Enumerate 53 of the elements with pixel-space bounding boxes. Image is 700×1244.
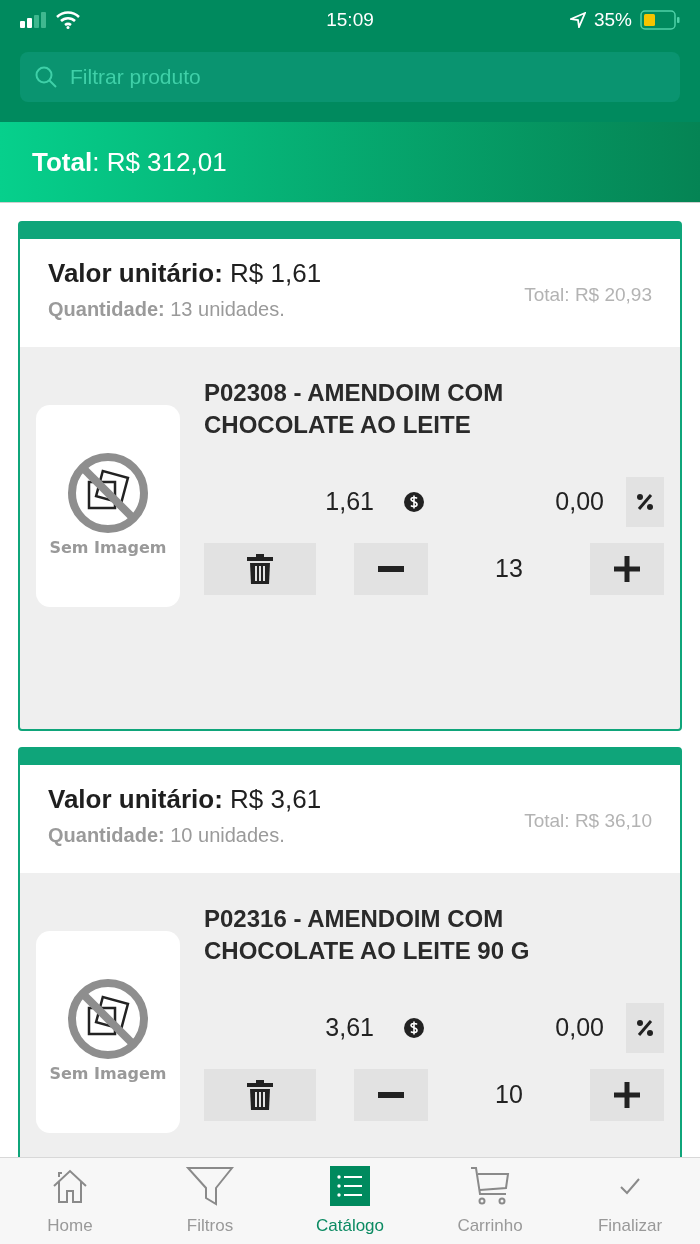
price-value: 1,61 [325, 486, 374, 518]
list-icon [330, 1165, 370, 1206]
filter-icon [186, 1165, 234, 1206]
tab-item[interactable]: Finalizar [560, 1158, 700, 1244]
quantity-text: Quantidade: 13 unidades. [48, 296, 286, 322]
dollar-coin-icon [404, 492, 424, 512]
discount-value: 0,00 [555, 1012, 604, 1044]
price-value: 3,61 [325, 1012, 374, 1044]
cart-total: Total: R$ 312,01 [32, 145, 227, 179]
search-field[interactable]: Filtrar produto [20, 52, 680, 102]
trash-icon [247, 554, 273, 584]
discount-value: 0,00 [555, 486, 604, 518]
quantity-value: 13 [494, 553, 524, 585]
percent-button[interactable] [626, 1003, 664, 1053]
item-total: Total: R$ 36,10 [524, 809, 652, 833]
plus-icon [614, 1082, 640, 1108]
clock-time: 15:09 [326, 7, 374, 32]
quantity-value: 10 [494, 1079, 524, 1111]
battery-percent: 35% [593, 7, 632, 32]
product-name: P02308 - AMENDOIM COM CHOCOLATE AO LEITE [204, 378, 505, 440]
no-image-icon [67, 452, 149, 534]
cart-icon [470, 1165, 510, 1206]
decrease-button[interactable] [354, 543, 428, 595]
wifi-icon [56, 11, 80, 29]
tab-item[interactable]: Catálogo [280, 1158, 420, 1244]
no-image-icon [67, 978, 149, 1060]
no-image-label: Sem Imagem [49, 1063, 167, 1085]
unit-price: Valor unitário: R$ 3,61 [48, 783, 322, 816]
no-image-label: Sem Imagem [49, 537, 167, 559]
delete-button[interactable] [204, 543, 316, 595]
tab-item[interactable]: Filtros [140, 1158, 280, 1244]
dollar-coin-icon [404, 1018, 424, 1038]
location-arrow-icon [569, 12, 586, 28]
percent-icon [635, 1018, 655, 1038]
percent-icon [635, 492, 655, 512]
tab-item[interactable]: Carrinho [420, 1158, 560, 1244]
plus-icon [614, 556, 640, 582]
minus-icon [378, 566, 404, 572]
trash-icon [247, 1080, 273, 1110]
signal-icon [20, 12, 48, 28]
battery-icon [640, 10, 680, 30]
unit-price: Valor unitário: R$ 1,61 [48, 257, 322, 290]
product-name: P02316 - AMENDOIM COM CHOCOLATE AO LEITE 90 G [204, 904, 531, 966]
delete-button[interactable] [204, 1069, 316, 1121]
search-icon [34, 65, 58, 89]
minus-icon [378, 1092, 404, 1098]
increase-button[interactable] [590, 543, 664, 595]
decrease-button[interactable] [354, 1069, 428, 1121]
tab-item[interactable]: Home [0, 1158, 140, 1244]
quantity-text: Quantidade: 10 unidades. [48, 822, 286, 848]
increase-button[interactable] [590, 1069, 664, 1121]
item-total: Total: R$ 20,93 [524, 283, 652, 307]
percent-button[interactable] [626, 477, 664, 527]
